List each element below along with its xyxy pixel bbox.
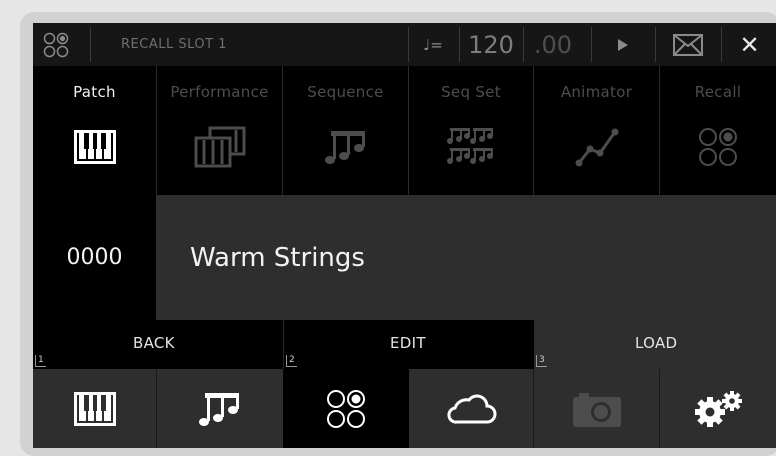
tempo-decimal-field[interactable]: .00 [523,23,583,66]
recall-circles-icon [327,389,365,428]
softkey-number: 3 [536,355,547,367]
patch-number[interactable]: 0000 [33,195,156,320]
settings-button[interactable] [660,369,776,448]
message-button[interactable] [658,23,718,66]
gears-icon [695,390,742,427]
keyboard-icon [73,130,116,164]
close-button[interactable]: ✕ [723,23,776,66]
tab-performance[interactable]: Performance [157,66,283,195]
tab-animator[interactable]: Animator [534,66,660,195]
music-notes-icon [324,131,365,164]
recall-slot-button[interactable] [33,23,79,66]
animator-curve-icon [575,128,618,167]
camera-icon [572,392,621,427]
tempo-integer-field[interactable]: 120 [459,23,523,66]
recall-circles-icon [699,128,737,166]
keyboard-icon [73,391,116,426]
camera-button[interactable] [534,369,660,448]
tab-seq-set[interactable]: Seq Set [409,66,534,195]
recall-slot-title: RECALL SLOT 1 [121,37,227,52]
edit-label: EDIT [390,334,426,352]
softkey-number: 1 [35,355,46,367]
sequence-set-icon [447,128,493,164]
tab-sequence[interactable]: Sequence [283,66,409,195]
recall-mode-button[interactable] [283,369,409,448]
screen: RECALL SLOT 1 ♩= 120 .00 ✕ Patch Perform… [33,23,776,448]
play-button[interactable] [593,23,653,66]
tab-recall[interactable]: Recall [660,66,776,195]
play-icon [618,38,628,51]
envelope-icon [673,33,703,56]
tab-label: Recall [694,83,742,101]
patch-mode-button[interactable] [33,369,157,448]
tempo-icon: ♩= [423,35,443,54]
load-button[interactable]: 3 LOAD [534,320,776,369]
tab-label: Patch [73,83,116,101]
bottom-toolbar [33,369,776,448]
cloud-button[interactable] [409,369,534,448]
tab-label: Seq Set [441,83,501,101]
recall-circles-icon [43,32,69,57]
back-label: BACK [133,334,175,352]
softkey-number: 2 [286,355,297,367]
patch-display: 0000 Warm Strings [33,195,776,320]
stacked-keyboards-icon [194,126,245,168]
cloud-icon [447,394,497,424]
edit-button[interactable]: 2 EDIT [283,320,534,369]
tab-label: Sequence [307,83,384,101]
back-button[interactable]: 1 BACK [33,320,283,369]
action-bar: 1 BACK 2 EDIT 3 LOAD [33,320,776,369]
top-bar: RECALL SLOT 1 ♩= 120 .00 ✕ [33,23,776,66]
patch-name[interactable]: Warm Strings [190,195,365,320]
sequence-mode-button[interactable] [157,369,283,448]
music-notes-icon [199,392,239,426]
tab-label: Performance [170,83,269,101]
load-label: LOAD [635,334,678,352]
mode-tabs: Patch Performance Sequence Seq Set Anima… [33,66,776,195]
tab-label: Animator [560,83,633,101]
tab-patch[interactable]: Patch [33,66,157,195]
